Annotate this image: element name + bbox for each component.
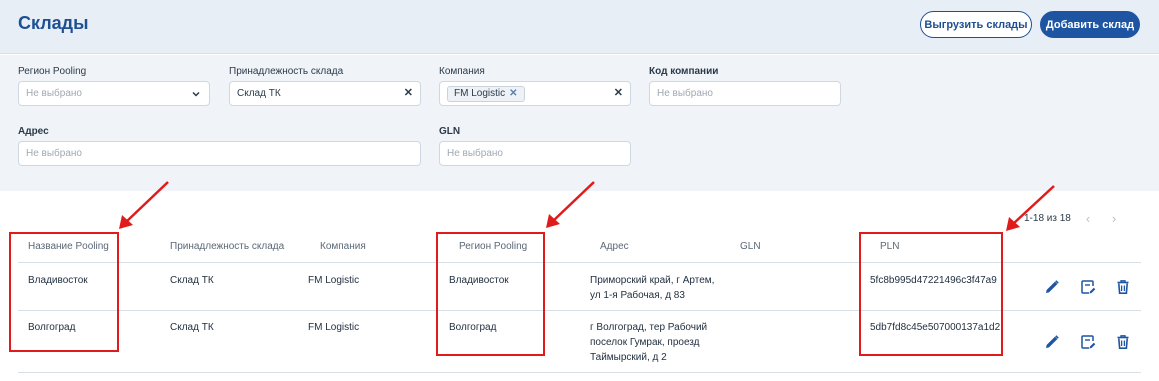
arrow-icon	[1006, 185, 1055, 231]
annotation-arrows	[119, 181, 1055, 231]
warehouses-page: Склады Выгрузить склады Добавить склад Р…	[0, 0, 1159, 381]
arrow-icon	[119, 181, 169, 229]
arrow-icon	[546, 181, 595, 228]
